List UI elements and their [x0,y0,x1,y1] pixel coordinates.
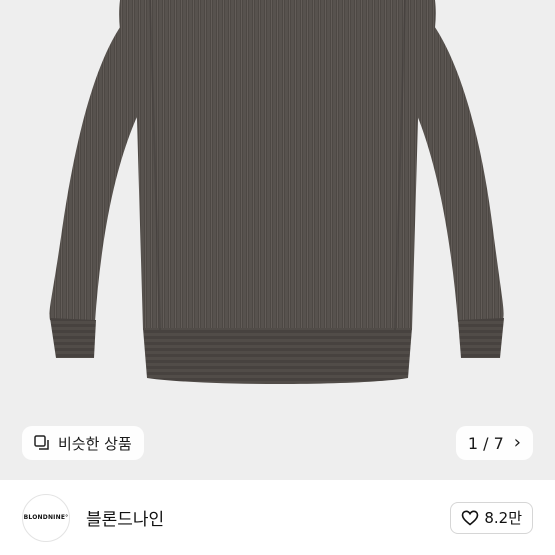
pager-count: 1 / 7 [467,433,504,453]
shop-bar: BLONDNINE° 블론드나인 8.2만 [0,480,555,555]
shop-logo-text: BLONDNINE° [23,514,69,521]
shop-logo[interactable]: BLONDNINE° [22,493,70,542]
similar-items-button[interactable]: 비슷한 상품 [22,426,144,460]
product-image[interactable]: 비슷한 상품 1 / 7 › [0,0,555,480]
like-button[interactable]: 8.2만 [450,501,533,534]
like-count: 8.2만 [484,509,522,527]
shop-name[interactable]: 블론드나인 [86,505,450,530]
chevron-right-icon[interactable]: › [514,434,521,452]
similar-items-icon [34,435,50,451]
image-pager[interactable]: 1 / 7 › [455,426,533,460]
product-detail-screen: 비슷한 상품 1 / 7 › BLONDNINE° 블론드나인 8.2만 [0,0,555,555]
heart-icon [462,509,479,526]
knit-sweater-photo [0,0,555,480]
similar-items-label: 비슷한 상품 [58,434,132,453]
